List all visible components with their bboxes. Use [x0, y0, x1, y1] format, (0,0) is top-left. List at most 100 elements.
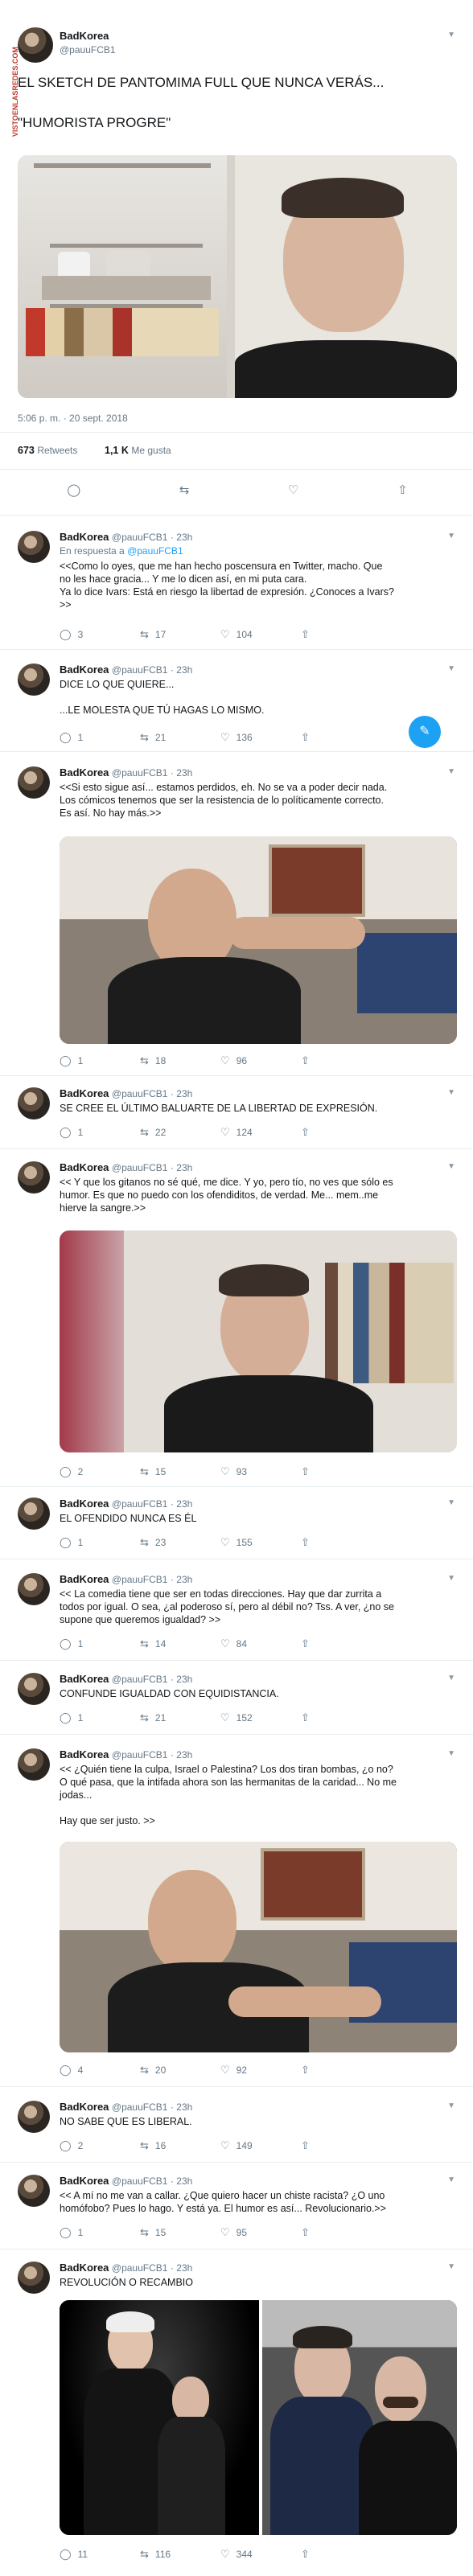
reply-to-handle[interactable]: @pauuFCB1 [127, 545, 183, 557]
author-name[interactable]: BadKorea [60, 664, 109, 676]
share-action[interactable]: ⇧ [301, 1711, 381, 1724]
chevron-down-icon[interactable]: ▼ [447, 1088, 455, 1097]
avatar[interactable] [18, 2101, 50, 2133]
retweet-action[interactable]: ⇆ 15 [140, 2226, 220, 2239]
author-name[interactable]: BadKorea [60, 1573, 109, 1585]
chevron-down-icon[interactable]: ▼ [447, 2262, 455, 2271]
retweets-stat[interactable]: 673 Retweets [18, 445, 77, 456]
like-action[interactable]: ♡ 149 [220, 2139, 301, 2152]
avatar[interactable] [18, 2175, 50, 2207]
author-handle[interactable]: @pauuFCB1 [112, 532, 168, 543]
reply-video-still[interactable] [60, 836, 457, 1044]
retweet-action[interactable]: ⇆ 22 [140, 1126, 220, 1139]
like-action[interactable]: ♡ 344 [220, 2548, 301, 2561]
author-name[interactable]: BadKorea [60, 2175, 109, 2187]
compose-button[interactable]: ✎ [409, 716, 441, 748]
author-name[interactable]: BadKorea [60, 1087, 109, 1099]
retweet-action[interactable]: ⇆ 116 [140, 2548, 220, 2561]
reply-action[interactable]: ◯ 1 [60, 2226, 140, 2239]
avatar[interactable] [18, 1748, 50, 1781]
author-name[interactable]: BadKorea [60, 2101, 109, 2113]
author-name[interactable]: BadKorea [60, 2262, 109, 2274]
reply-action[interactable]: ◯ 1 [60, 1126, 140, 1139]
chevron-down-icon[interactable]: ▼ [447, 664, 455, 673]
chevron-down-icon[interactable]: ▼ [447, 1574, 455, 1583]
reply-time[interactable]: · 23h [171, 1498, 192, 1510]
like-action[interactable]: ♡ 93 [220, 1465, 301, 1478]
share-action[interactable]: ⇧ [301, 1536, 381, 1549]
reply-photo-right[interactable] [262, 2300, 457, 2535]
avatar[interactable] [18, 27, 53, 63]
like-action[interactable]: ♡ 95 [220, 2226, 301, 2239]
author-handle[interactable]: @pauuFCB1 [112, 2262, 168, 2274]
reply-action[interactable]: ◯ 2 [60, 1465, 140, 1478]
like-action[interactable]: ♡ 152 [220, 1711, 301, 1724]
like-action[interactable]: ♡ 155 [220, 1536, 301, 1549]
reply-time[interactable]: · 23h [171, 1749, 192, 1760]
chevron-down-icon[interactable]: ▼ [447, 31, 455, 39]
share-action[interactable]: ⇧ [301, 1465, 381, 1478]
avatar[interactable] [18, 2262, 50, 2294]
retweet-action[interactable]: ⇆ 15 [140, 1465, 220, 1478]
author-handle[interactable]: @pauuFCB1 [112, 1749, 168, 1760]
like-action[interactable]: ♡ 96 [220, 1054, 301, 1067]
avatar[interactable] [18, 1673, 50, 1705]
retweet-action[interactable]: ⇆ 23 [140, 1536, 220, 1549]
avatar[interactable] [18, 664, 50, 696]
retweet-action[interactable]: ⇆ 21 [140, 731, 220, 744]
author-name[interactable]: BadKorea [60, 1498, 109, 1510]
share-action[interactable]: ⇧ [301, 1637, 381, 1650]
retweet-action[interactable]: ⇆ 14 [140, 1637, 220, 1650]
like-action[interactable]: ♡ 104 [220, 628, 301, 641]
share-action[interactable]: ⇧ [301, 2139, 381, 2152]
author-name[interactable]: BadKorea [60, 1748, 109, 1760]
reply-action[interactable]: ◯ 1 [60, 1054, 140, 1067]
chevron-down-icon[interactable]: ▼ [447, 1162, 455, 1171]
author-handle[interactable]: @pauuFCB1 [112, 1088, 168, 1099]
chevron-down-icon[interactable]: ▼ [447, 532, 455, 540]
avatar[interactable] [18, 531, 50, 563]
chevron-down-icon[interactable]: ▼ [447, 767, 455, 776]
heart-icon[interactable]: ♡ [288, 483, 298, 497]
reply-action[interactable]: ◯ 1 [60, 1536, 140, 1549]
reply-time[interactable]: · 23h [171, 1088, 192, 1099]
reply-icon[interactable]: ◯ [67, 483, 80, 497]
retweet-action[interactable]: ⇆ 17 [140, 628, 220, 641]
main-video-still[interactable] [18, 155, 457, 398]
author-handle[interactable]: @pauuFCB1 [112, 2101, 168, 2113]
share-action[interactable]: ⇧ [301, 628, 381, 641]
avatar[interactable] [18, 1161, 50, 1194]
share-action[interactable]: ⇧ [301, 1054, 381, 1067]
retweet-action[interactable]: ⇆ 21 [140, 1711, 220, 1724]
avatar[interactable] [18, 766, 50, 799]
share-icon[interactable]: ⇧ [397, 483, 408, 497]
author-handle[interactable]: @pauuFCB1 [112, 1574, 168, 1585]
reply-time[interactable]: · 23h [171, 532, 192, 543]
chevron-down-icon[interactable]: ▼ [447, 2175, 455, 2184]
retweet-action[interactable]: ⇆ 16 [140, 2139, 220, 2152]
author-name[interactable]: BadKorea [60, 531, 109, 543]
share-action[interactable]: ⇧ [301, 1126, 381, 1139]
author-handle[interactable]: @pauuFCB1 [112, 664, 168, 676]
retweet-icon[interactable]: ⇆ [179, 483, 190, 497]
reply-time[interactable]: · 23h [171, 2262, 192, 2274]
chevron-down-icon[interactable]: ▼ [447, 1674, 455, 1682]
reply-time[interactable]: · 23h [171, 767, 192, 779]
like-action[interactable]: ♡ 84 [220, 1637, 301, 1650]
author-handle[interactable]: @pauuFCB1 [112, 1498, 168, 1510]
like-action[interactable]: ♡ 124 [220, 1126, 301, 1139]
avatar[interactable] [18, 1087, 50, 1120]
reply-action[interactable]: ◯ 3 [60, 628, 140, 641]
author-name[interactable]: BadKorea [60, 30, 109, 42]
tweet-timestamp[interactable]: 5:06 p. m. · 20 sept. 2018 [18, 413, 128, 424]
avatar[interactable] [18, 1498, 50, 1530]
likes-stat[interactable]: 1,1 K Me gusta [105, 445, 171, 456]
chevron-down-icon[interactable]: ▼ [447, 1749, 455, 1758]
author-name[interactable]: BadKorea [60, 1161, 109, 1173]
share-action[interactable]: ⇧ [301, 2064, 381, 2077]
reply-time[interactable]: · 23h [171, 1674, 192, 1685]
reply-video-still[interactable] [60, 1230, 457, 1452]
chevron-down-icon[interactable]: ▼ [447, 2101, 455, 2110]
author-name[interactable]: BadKorea [60, 1673, 109, 1685]
retweet-action[interactable]: ⇆ 20 [140, 2064, 220, 2077]
